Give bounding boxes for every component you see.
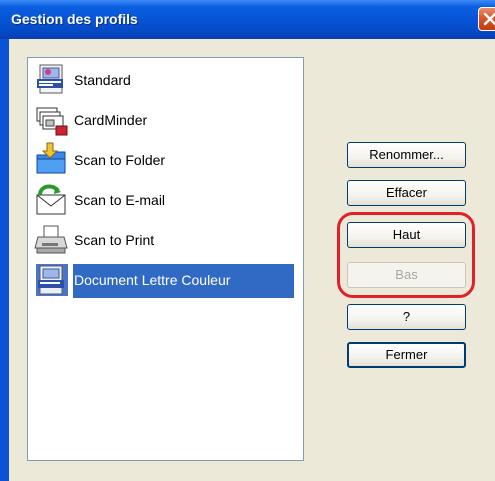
- profile-list[interactable]: Standard CardMinder Scan to Folder Scan …: [27, 57, 304, 461]
- profile-item[interactable]: CardMinder: [34, 100, 293, 140]
- profile-item[interactable]: Scan to Folder: [34, 140, 293, 180]
- close-window-button[interactable]: [478, 7, 495, 31]
- folder-icon: [36, 142, 66, 174]
- rename-button[interactable]: Renommer...: [347, 142, 466, 168]
- delete-button[interactable]: Effacer: [347, 180, 466, 206]
- title-bar[interactable]: Gestion des profils: [0, 0, 495, 39]
- profile-label: CardMinder: [74, 112, 148, 128]
- profile-item[interactable]: Standard: [34, 60, 293, 100]
- profile-label: Scan to Print: [74, 232, 155, 248]
- cardminder-icon: [36, 107, 68, 136]
- profile-manager-window: Gestion des profils Standard CardMinder …: [0, 0, 495, 481]
- profile-item-selected[interactable]: Document Lettre Couleur: [34, 260, 294, 300]
- profile-label: Document Lettre Couleur: [74, 272, 231, 288]
- help-button[interactable]: ?: [347, 304, 466, 330]
- scansnap-organizer-icon: [37, 64, 63, 94]
- email-icon: [36, 184, 66, 215]
- annotation-highlight: [337, 212, 475, 298]
- close-button[interactable]: Fermer: [347, 342, 466, 368]
- close-icon: [483, 12, 495, 26]
- profile-item[interactable]: Scan to Print: [34, 220, 293, 260]
- document-profile-icon: [36, 264, 68, 296]
- profile-label: Standard: [74, 72, 131, 88]
- window-title: Gestion des profils: [11, 11, 138, 27]
- printer-icon: [34, 225, 68, 254]
- profile-label: Scan to E-mail: [74, 192, 166, 208]
- window-frame-left: [0, 39, 9, 481]
- profile-label: Scan to Folder: [74, 152, 166, 168]
- profile-item[interactable]: Scan to E-mail: [34, 180, 293, 220]
